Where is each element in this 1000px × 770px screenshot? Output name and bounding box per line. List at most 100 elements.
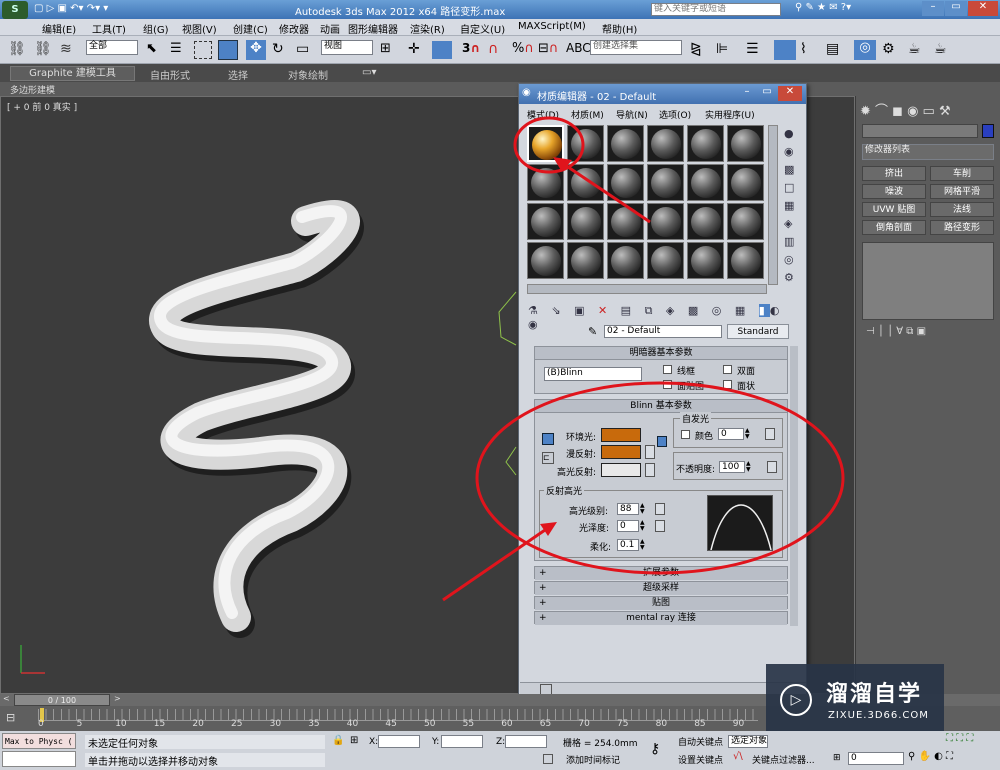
unlink-icon[interactable]: ⛓ <box>34 41 52 59</box>
shader-rollout-header[interactable]: 明暗器基本参数 <box>535 347 787 360</box>
material-slot[interactable] <box>687 203 724 240</box>
named-selection-set-dropdown[interactable]: 创建选择集 <box>590 40 682 55</box>
time-prev-icon[interactable]: < <box>3 694 10 703</box>
render-production-icon[interactable]: ☕ <box>934 41 952 59</box>
material-slot[interactable] <box>527 164 564 201</box>
material-slot[interactable] <box>647 203 684 240</box>
modifier-button[interactable]: UVW 贴图 <box>862 202 926 217</box>
abs-mode-icon[interactable]: ⊞ <box>350 735 358 746</box>
key-filters-button[interactable]: 关键点过滤器... <box>752 753 815 766</box>
polygon-modeling-label[interactable]: 多边形建模 <box>10 83 55 96</box>
maxscript-listener[interactable]: Max to Physc ( <box>2 733 76 749</box>
key-icon[interactable]: ⚷ <box>650 741 660 757</box>
menu-item-9[interactable]: 自定义(U) <box>460 21 505 36</box>
shader-dropdown[interactable]: (B)Blinn <box>544 367 642 381</box>
material-slot[interactable] <box>567 242 604 279</box>
mat-maximize-button[interactable]: ▭ <box>758 86 776 101</box>
specular-map-button[interactable] <box>645 463 655 477</box>
curve-editor-icon[interactable]: ⌇ <box>800 41 818 59</box>
soften-spinner[interactable]: ▲ ▼ <box>640 539 647 551</box>
ribbon-tab-object-paint[interactable]: 对象绘制 <box>288 67 328 82</box>
menu-item-10[interactable]: MAXScript(M) <box>518 21 586 32</box>
modifier-button[interactable]: 挤出 <box>862 166 926 181</box>
menu-item-3[interactable]: 视图(V) <box>182 21 217 36</box>
wire-checkbox[interactable] <box>663 365 672 374</box>
menu-item-5[interactable]: 修改器 <box>279 21 309 36</box>
collapsed-rollout[interactable]: + 扩展参数 <box>534 566 788 580</box>
specular-color-swatch[interactable] <box>601 463 641 477</box>
mat-close-button[interactable]: ✕ <box>778 86 802 101</box>
ref-coord-dropdown[interactable]: 视图 <box>321 40 373 55</box>
current-frame-field[interactable]: 0 <box>848 752 904 765</box>
material-editor-icon[interactable]: ◎ <box>854 40 876 60</box>
spec-level-spinner[interactable]: ▲ ▼ <box>640 503 647 515</box>
modifier-button[interactable]: 法线 <box>930 202 994 217</box>
material-slot[interactable] <box>687 242 724 279</box>
modifier-button[interactable]: 倒角剖面 <box>862 220 926 235</box>
render-frame-icon[interactable]: ☕ <box>908 41 926 59</box>
modifier-button[interactable]: 路径变形 <box>930 220 994 235</box>
mat-menu-item-3[interactable]: 选项(O) <box>659 108 691 121</box>
pivot-icon[interactable]: ⊞ <box>380 41 398 59</box>
key-mode-dropdown[interactable]: 选定对象 <box>728 735 768 748</box>
object-name-field[interactable] <box>862 124 978 138</box>
menu-item-2[interactable]: 组(G) <box>143 21 169 36</box>
material-slot[interactable] <box>527 125 564 162</box>
soften-value[interactable]: 0.1 <box>617 539 639 551</box>
material-slot[interactable] <box>607 203 644 240</box>
material-slot[interactable] <box>727 164 764 201</box>
time-next-icon[interactable]: > <box>114 694 121 703</box>
material-slot[interactable] <box>687 164 724 201</box>
select-by-name-icon[interactable]: ☰ <box>170 41 188 59</box>
menu-item-1[interactable]: 工具(T) <box>92 21 126 36</box>
auto-key-button[interactable]: 自动关键点 <box>678 735 723 748</box>
material-slot[interactable] <box>647 242 684 279</box>
spec-level-value[interactable]: 88 <box>617 503 639 515</box>
material-slot[interactable] <box>527 203 564 240</box>
bind-space-warp-icon[interactable]: ≋ <box>60 41 78 59</box>
selection-filter-dropdown[interactable]: 全部 <box>86 40 138 55</box>
edit-named-sel-icon[interactable]: ABC <box>566 41 591 59</box>
material-slot[interactable] <box>727 203 764 240</box>
snap-toggle-icon[interactable]: 3∩ <box>462 41 484 59</box>
link-icon[interactable]: ⛓ <box>8 41 26 59</box>
lock-ambient-icon[interactable] <box>542 433 554 445</box>
mat-menu-item-2[interactable]: 导航(N) <box>616 108 648 121</box>
render-setup-icon[interactable]: ⚙ <box>882 41 900 59</box>
nav-controls[interactable]: ⚲ ✋ ◐ ⛶ <box>908 751 998 765</box>
material-slot[interactable] <box>567 125 604 162</box>
rect-selection-icon[interactable] <box>194 41 212 59</box>
spinner-snap-icon[interactable]: ⊟∩ <box>538 41 558 59</box>
opacity-map-button[interactable] <box>767 461 777 473</box>
maxscript-listener-output[interactable] <box>2 751 76 767</box>
material-type-button[interactable]: Standard <box>727 324 789 339</box>
self-illum-map-button[interactable] <box>765 428 775 440</box>
mat-minimize-button[interactable]: – <box>738 86 756 101</box>
two-sided-checkbox[interactable] <box>723 365 732 374</box>
opacity-spinner[interactable]: ▲ ▼ <box>746 461 753 473</box>
app-logo-icon[interactable]: S <box>2 1 28 19</box>
layer-manager-icon[interactable]: ☰ <box>746 41 764 59</box>
material-slot[interactable] <box>607 242 644 279</box>
slot-scrollbar-v[interactable] <box>768 125 778 285</box>
cmd-tabs[interactable]: ✹ ⌒ ◼ ◉ ▭ ⚒ <box>860 100 996 119</box>
rotate-icon[interactable]: ↻ <box>272 41 290 59</box>
ribbon-tab-freeform[interactable]: 自由形式 <box>150 67 190 82</box>
opacity-value[interactable]: 100 <box>719 461 745 473</box>
stack-tools[interactable]: ⊣ │ │ ∀ ⧉ ▣ <box>866 326 996 340</box>
modifier-button[interactable]: 噪波 <box>862 184 926 199</box>
maximize-button[interactable]: ▭ <box>945 1 967 16</box>
graphite-toggle-icon[interactable] <box>774 40 796 60</box>
ribbon-tab-graphite[interactable]: Graphite 建模工具 <box>10 66 135 81</box>
object-color-swatch[interactable] <box>982 124 994 138</box>
material-slot[interactable] <box>647 125 684 162</box>
sample-side-tools[interactable]: ● ◉ ▩ □ ▦ ◈ ▥ ◎ ⚙ <box>784 125 800 295</box>
gloss-spinner[interactable]: ▲ ▼ <box>640 520 647 532</box>
keyboard-shortcut-icon[interactable] <box>432 41 452 59</box>
material-slot[interactable] <box>607 164 644 201</box>
add-time-tag-icon[interactable] <box>543 754 553 764</box>
mat-editor-scrollbar[interactable] <box>790 346 798 626</box>
search-input[interactable]: 键入关键字或短语 <box>651 3 781 16</box>
slot-scrollbar-h[interactable] <box>527 284 767 294</box>
lock-diffuse-map-icon[interactable] <box>657 436 667 447</box>
